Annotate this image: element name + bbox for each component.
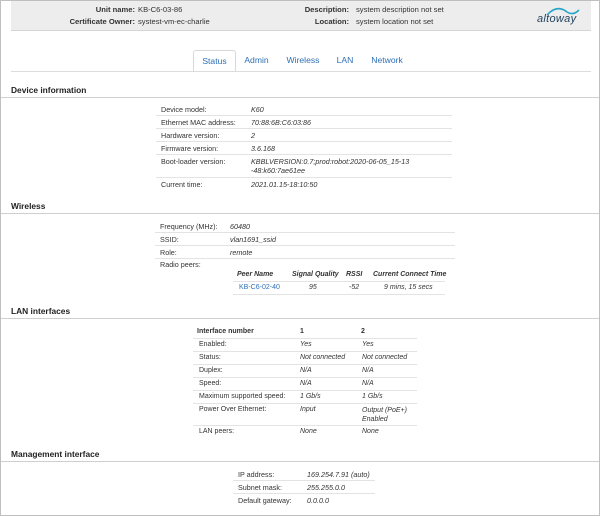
rssi-header: RSSI bbox=[346, 271, 363, 278]
lan-port1-header: 1 bbox=[300, 328, 304, 335]
lan-max-speed-label: Maximum supported speed: bbox=[199, 393, 286, 400]
radio-peers-label: Radio peers: bbox=[160, 260, 201, 269]
tab-status[interactable]: Status bbox=[193, 50, 236, 72]
hw-version-label: Hardware version: bbox=[161, 131, 220, 140]
lan-status-label: Status: bbox=[199, 354, 221, 361]
lan-speed-1: N/A bbox=[300, 380, 312, 387]
lan-poe-label: Power Over Ethernet: bbox=[199, 406, 267, 413]
lan-peers-label: LAN peers: bbox=[199, 428, 235, 435]
lan-port2-header: 2 bbox=[361, 328, 365, 335]
location-label: Location: bbox=[314, 17, 349, 26]
tab-wireless[interactable]: Wireless bbox=[279, 50, 327, 72]
row-divider bbox=[233, 493, 375, 494]
ssid-label: SSID: bbox=[160, 235, 179, 244]
unit-header: Unit name: KB-C6-03-86 Certificate Owner… bbox=[11, 1, 591, 31]
lan-speed-label: Speed: bbox=[199, 380, 222, 387]
fw-version-label: Firmware version: bbox=[161, 144, 219, 153]
tab-admin[interactable]: Admin bbox=[238, 50, 275, 72]
frequency-value: 60480 bbox=[230, 222, 250, 231]
cert-owner-label: Certificate Owner: bbox=[69, 17, 135, 26]
logo-text: altoway bbox=[537, 13, 577, 25]
description-value: system description not set bbox=[356, 5, 444, 14]
connect-time-header: Current Connect Time bbox=[373, 271, 447, 278]
row-divider bbox=[156, 128, 452, 129]
description-label: Description: bbox=[304, 5, 349, 14]
tab-network[interactable]: Network bbox=[365, 50, 409, 72]
ssid-value: vlan1691_ssid bbox=[230, 235, 276, 244]
lan-poe-2: Output (PoE+) Enabled bbox=[362, 407, 407, 423]
lan-peers-2: None bbox=[362, 428, 379, 435]
lan-duplex-1: N/A bbox=[300, 367, 312, 374]
device-model-value: K60 bbox=[251, 105, 264, 114]
lan-enabled-2: Yes bbox=[362, 341, 374, 348]
mgmt-heading: Management interface bbox=[1, 447, 599, 462]
mac-value: 70:88:6B:C6:03:86 bbox=[251, 118, 311, 127]
tab-underline bbox=[11, 71, 591, 72]
unit-name-label: Unit name: bbox=[95, 5, 135, 14]
bootloader-value: KBBLVERSION:0.7;prod:robot:2020-06-05_15… bbox=[251, 157, 410, 175]
peer-connect-time-value: 9 mins, 15 secs bbox=[384, 284, 433, 291]
row-divider bbox=[193, 403, 417, 404]
tab-lan[interactable]: LAN bbox=[330, 50, 360, 72]
ip-address-label: IP address: bbox=[238, 470, 275, 479]
ip-address-value: 169.254.7.91 (auto) bbox=[307, 470, 370, 479]
subnet-mask-label: Subnet mask: bbox=[238, 483, 282, 492]
peer-name-header: Peer Name bbox=[237, 271, 274, 278]
row-divider bbox=[193, 377, 417, 378]
current-time-value: 2021.01.15-18:10:50 bbox=[251, 180, 318, 189]
default-gateway-label: Default gateway: bbox=[238, 496, 292, 505]
signal-quality-header: Signal Quality bbox=[292, 271, 339, 278]
hw-version-value: 2 bbox=[251, 131, 255, 140]
unit-name-value: KB-C6-03-86 bbox=[138, 5, 183, 14]
row-divider bbox=[156, 115, 452, 116]
wireless-heading: Wireless bbox=[1, 199, 599, 214]
default-gateway-value: 0.0.0.0 bbox=[307, 496, 329, 505]
fw-version-value: 3.6.168 bbox=[251, 144, 275, 153]
mac-label: Ethernet MAC address: bbox=[161, 118, 236, 127]
lan-duplex-label: Duplex: bbox=[199, 367, 223, 374]
current-time-label: Current time: bbox=[161, 180, 203, 189]
device-model-label: Device model: bbox=[161, 105, 207, 114]
role-label: Role: bbox=[160, 248, 177, 257]
row-divider bbox=[193, 390, 417, 391]
row-divider bbox=[155, 258, 455, 259]
row-divider bbox=[193, 425, 417, 426]
lan-peers-1: None bbox=[300, 428, 317, 435]
bootloader-label: Boot-loader version: bbox=[161, 157, 226, 166]
row-divider bbox=[193, 338, 417, 339]
row-divider bbox=[156, 141, 452, 142]
altoway-logo: altoway bbox=[537, 7, 583, 26]
row-divider bbox=[156, 177, 452, 178]
lan-enabled-1: Yes bbox=[300, 341, 312, 348]
role-value: remote bbox=[230, 248, 253, 257]
lan-max-speed-1: 1 Gb/s bbox=[300, 393, 321, 400]
lan-status-1: Not connected bbox=[300, 354, 346, 361]
row-divider bbox=[155, 245, 455, 246]
peer-rssi-value: -52 bbox=[349, 284, 360, 291]
lan-status-2: Not connected bbox=[362, 354, 408, 361]
lan-max-speed-2: 1 Gb/s bbox=[362, 393, 383, 400]
status-page: Unit name: KB-C6-03-86 Certificate Owner… bbox=[0, 0, 600, 516]
row-divider bbox=[233, 294, 445, 295]
peer-name-link[interactable]: KB-C6-02-40 bbox=[239, 284, 280, 291]
row-divider bbox=[193, 351, 417, 352]
lan-poe-1: Input bbox=[300, 406, 316, 413]
row-divider bbox=[156, 154, 452, 155]
subnet-mask-value: 255.255.0.0 bbox=[307, 483, 345, 492]
lan-interface-header: Interface number bbox=[197, 328, 254, 335]
lan-heading: LAN interfaces bbox=[1, 304, 599, 319]
location-value: system location not set bbox=[356, 17, 434, 26]
lan-duplex-2: N/A bbox=[362, 367, 374, 374]
cert-owner-value: systest-vm-ec-charlie bbox=[138, 17, 210, 26]
peer-signal-value: 95 bbox=[309, 284, 317, 291]
row-divider bbox=[233, 480, 375, 481]
device-info-heading: Device information bbox=[1, 83, 599, 98]
row-divider bbox=[193, 364, 417, 365]
lan-enabled-label: Enabled: bbox=[199, 341, 227, 348]
row-divider bbox=[233, 281, 445, 282]
row-divider bbox=[155, 232, 455, 233]
frequency-label: Frequency (MHz): bbox=[160, 222, 218, 231]
lan-speed-2: N/A bbox=[362, 380, 374, 387]
